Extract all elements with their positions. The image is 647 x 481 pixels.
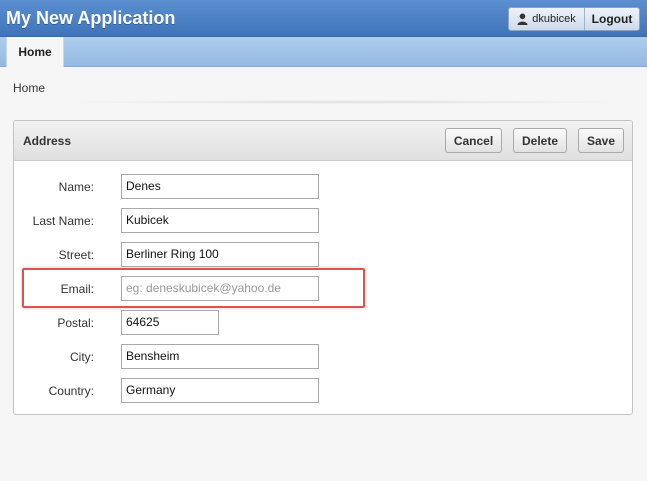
address-region: Address Cancel Delete Save Name: Denes L… <box>13 120 633 415</box>
country-field[interactable]: Germany <box>121 378 319 403</box>
breadcrumb-divider <box>60 100 630 104</box>
app-header: My New Application dkubicek Logout <box>0 0 647 37</box>
email-label: Email: <box>60 282 94 296</box>
last-name-label: Last Name: <box>32 214 94 228</box>
country-label: Country: <box>48 384 94 398</box>
username: dkubicek <box>532 13 576 25</box>
street-field[interactable]: Berliner Ring 100 <box>121 242 319 267</box>
user-box: dkubicek Logout <box>508 7 640 31</box>
city-label: City: <box>70 350 94 364</box>
tab-home[interactable]: Home <box>6 37 64 67</box>
last-name-field[interactable]: Kubicek <box>121 208 319 233</box>
delete-button[interactable]: Delete <box>513 128 567 153</box>
user-menu[interactable]: dkubicek <box>509 8 585 30</box>
app-title: My New Application <box>6 8 176 28</box>
region-header: Address Cancel Delete Save <box>14 121 632 161</box>
postal-field[interactable]: 64625 <box>121 310 219 335</box>
postal-label: Postal: <box>57 316 94 330</box>
tab-bar: Home <box>0 37 647 67</box>
save-button[interactable]: Save <box>578 128 624 153</box>
street-label: Street: <box>58 248 94 262</box>
cancel-button[interactable]: Cancel <box>445 128 502 153</box>
name-field[interactable]: Denes <box>121 174 319 199</box>
logout-button[interactable]: Logout <box>585 8 639 30</box>
breadcrumb: Home <box>13 81 46 95</box>
user-icon <box>517 13 528 25</box>
email-field[interactable]: eg: deneskubicek@yahoo.de <box>121 276 319 301</box>
city-field[interactable]: Bensheim <box>121 344 319 369</box>
region-title: Address <box>23 134 72 148</box>
name-label: Name: <box>58 180 94 194</box>
